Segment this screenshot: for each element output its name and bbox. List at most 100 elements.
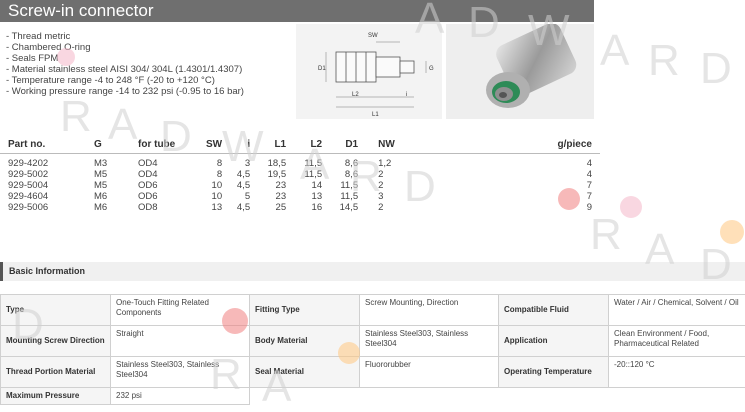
cell: 8,6	[326, 158, 362, 169]
attr-value: One-Touch Fitting Related Components	[111, 295, 250, 326]
attr-value: Water / Air / Chemical, Solvent / Oil	[609, 295, 745, 326]
technical-drawing: SW D1 G L2 i L1	[296, 24, 442, 119]
attr-label: Fitting Type	[250, 295, 360, 326]
cell: 2	[362, 180, 422, 191]
spec-table: Part no. G for tube SW i L1 L2 D1 NW g/p…	[0, 135, 600, 213]
basic-info-table: Type One-Touch Fitting Related Component…	[0, 294, 745, 405]
attr-value: Fluororubber	[360, 357, 499, 388]
cell: 3	[226, 158, 254, 169]
attr-label: Body Material	[250, 326, 360, 357]
watermark-letter: D	[700, 44, 736, 94]
watermark-letter: R	[648, 36, 684, 86]
cell: 11,5	[326, 180, 362, 191]
cell: 4	[422, 169, 600, 180]
cell: 2	[362, 202, 422, 213]
col-header: SW	[202, 135, 226, 154]
cell: 25	[254, 202, 290, 213]
attr-label: Application	[499, 326, 609, 357]
watermark-dot	[620, 196, 642, 218]
cell: OD8	[134, 202, 202, 213]
table-row: Maximum Pressure 232 psi	[1, 388, 745, 405]
attr-label: Operating Temperature	[499, 357, 609, 388]
col-header: L2	[290, 135, 326, 154]
cell: 4,5	[226, 202, 254, 213]
table-row: Thread Portion Material Stainless Steel3…	[1, 357, 745, 388]
table-row: 929-4604 M6 OD6 10 5 23 13 11,5 3 7	[0, 191, 600, 202]
attr-label: Mounting Screw Direction	[1, 326, 111, 357]
feature-item: - Seals FPM	[6, 53, 244, 64]
cell: 23	[254, 191, 290, 202]
cell: 13	[290, 191, 326, 202]
feature-list: - Thread metric - Chambered O-ring - Sea…	[6, 31, 244, 97]
cell: 8	[202, 158, 226, 169]
cell: 9	[422, 202, 600, 213]
cell: 16	[290, 202, 326, 213]
label-d1: D1	[318, 66, 326, 72]
cell: 929-5004	[0, 180, 90, 191]
feature-item: - Material stainless steel AISI 304/ 304…	[6, 64, 244, 75]
cell: OD6	[134, 180, 202, 191]
attr-label: Maximum Pressure	[1, 388, 111, 405]
cell: 2	[362, 169, 422, 180]
attr-value: -20::120 °C	[609, 357, 745, 388]
cell: 4,5	[226, 169, 254, 180]
attr-label: Compatible Fluid	[499, 295, 609, 326]
table-row: Type One-Touch Fitting Related Component…	[1, 295, 745, 326]
attr-value: Screw Mounting, Direction	[360, 295, 499, 326]
attr-label: Seal Material	[250, 357, 360, 388]
connector-drawing-icon: SW D1 G L2 i L1	[296, 24, 442, 119]
cell: 929-5002	[0, 169, 90, 180]
watermark-letter: A	[600, 26, 633, 76]
cell: 11,5	[290, 158, 326, 169]
section-header: Screw-in connector	[0, 0, 594, 22]
col-header: g/piece	[422, 135, 600, 154]
cell: 929-4604	[0, 191, 90, 202]
cell: 11,5	[326, 191, 362, 202]
cell: M5	[90, 180, 134, 191]
cell: 929-4202	[0, 158, 90, 169]
col-header: G	[90, 135, 134, 154]
cell: 10	[202, 180, 226, 191]
cell: 3	[362, 191, 422, 202]
feature-item: - Chambered O-ring	[6, 42, 244, 53]
cell: 10	[202, 191, 226, 202]
watermark-letter: R	[590, 210, 626, 260]
attr-value: Stainless Steel303, Stainless Steel304	[360, 326, 499, 357]
feature-item: - Working pressure range -14 to 232 psi …	[6, 86, 244, 97]
attr-value: 232 psi	[111, 388, 250, 405]
col-header: D1	[326, 135, 362, 154]
page-title: Screw-in connector	[8, 1, 154, 21]
cell: 8,6	[326, 169, 362, 180]
col-header: for tube	[134, 135, 202, 154]
label-i: i	[406, 92, 407, 98]
cell: M6	[90, 202, 134, 213]
table-row: 929-4202 M3 OD4 8 3 18,5 11,5 8,6 1,2 4	[0, 158, 600, 169]
label-l1: L1	[372, 112, 379, 118]
cell: 18,5	[254, 158, 290, 169]
cell: 11,5	[290, 169, 326, 180]
basic-info-title: Basic Information	[9, 266, 85, 276]
col-header: Part no.	[0, 135, 90, 154]
table-row: 929-5002 M5 OD4 8 4,5 19,5 11,5 8,6 2 4	[0, 169, 600, 180]
cell: 7	[422, 191, 600, 202]
cell: 4	[422, 158, 600, 169]
col-header: L1	[254, 135, 290, 154]
empty-cell	[250, 388, 745, 405]
col-header: i	[226, 135, 254, 154]
cell: 14,5	[326, 202, 362, 213]
watermark-dot	[720, 220, 744, 244]
cell: 5	[226, 191, 254, 202]
basic-info-header: Basic Information	[0, 262, 745, 281]
cell: M3	[90, 158, 134, 169]
feature-item: - Temperature range -4 to 248 °F (-20 to…	[6, 75, 244, 86]
attr-value: Stainless Steel303, Stainless Steel304	[111, 357, 250, 388]
cell: 14	[290, 180, 326, 191]
cell: 4,5	[226, 180, 254, 191]
table-header-row: Part no. G for tube SW i L1 L2 D1 NW g/p…	[0, 135, 600, 154]
attr-label: Thread Portion Material	[1, 357, 111, 388]
label-sw: SW	[368, 33, 378, 39]
connector-photo-icon	[446, 24, 594, 119]
col-header: NW	[362, 135, 422, 154]
cell: 13	[202, 202, 226, 213]
cell: OD6	[134, 191, 202, 202]
